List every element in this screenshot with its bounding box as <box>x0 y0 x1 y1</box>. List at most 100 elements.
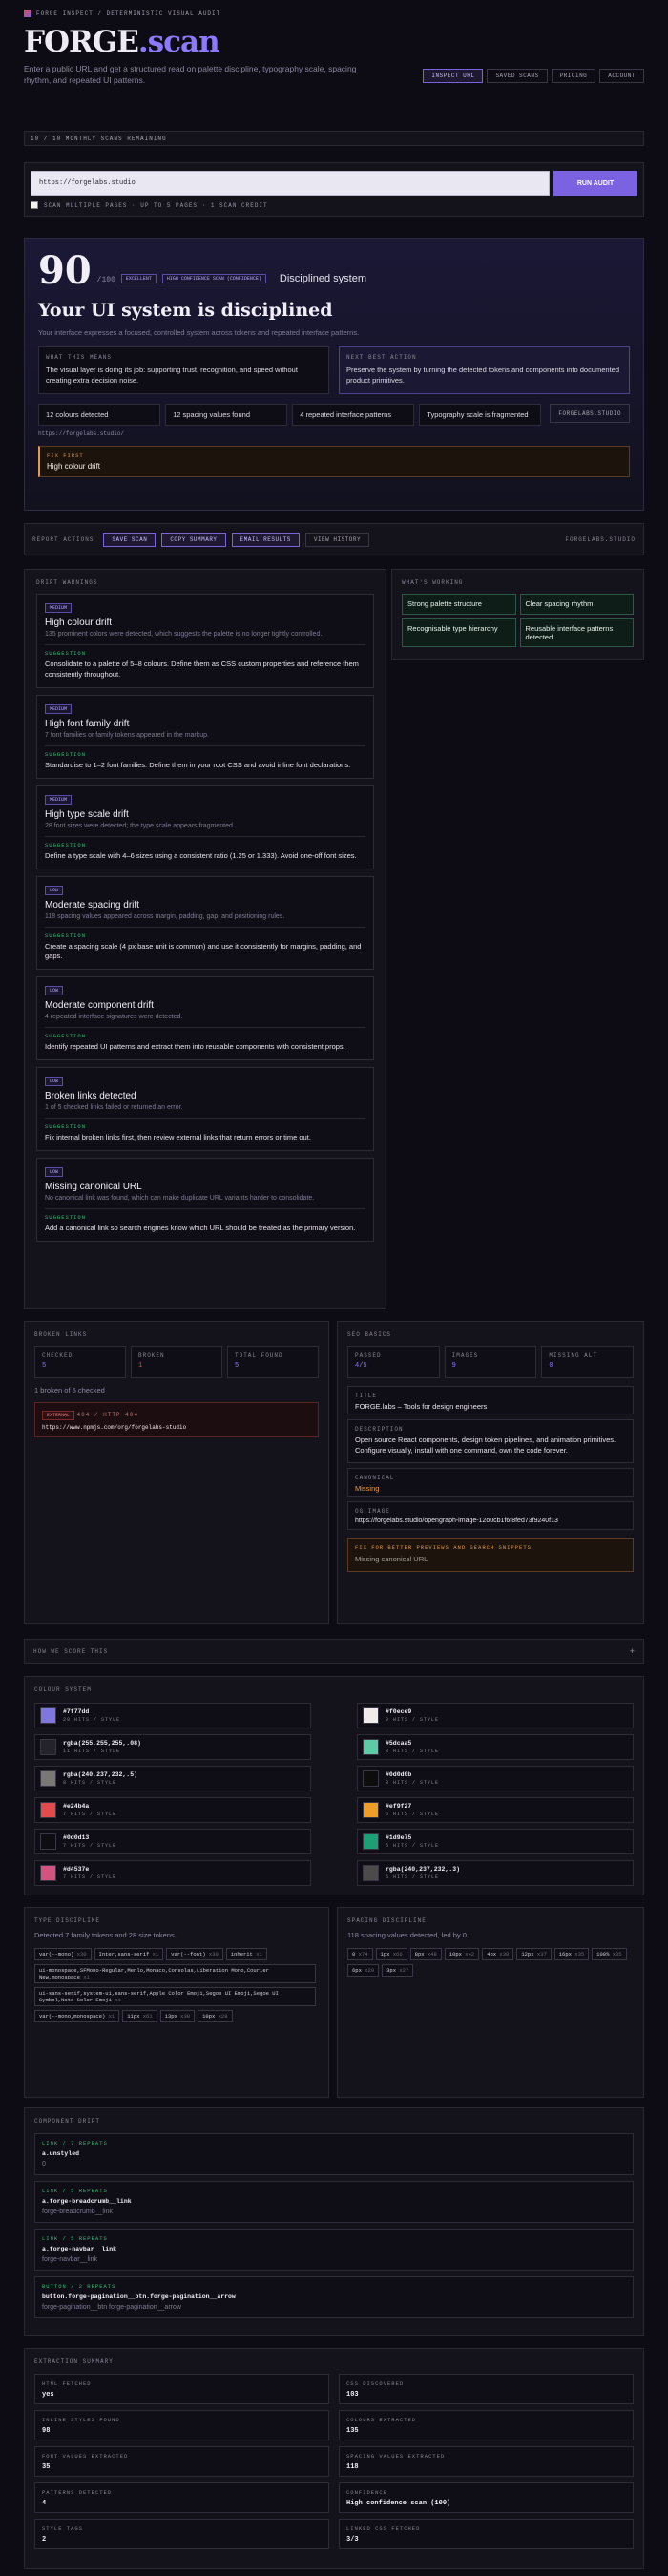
extraction-stat: FONT VALUES EXTRACTED 35 <box>34 2446 329 2477</box>
colour-hits: 7 HITS / STYLE <box>63 1874 117 1880</box>
colour-value: rgba(240,237,232,.3) <box>386 1866 461 1873</box>
component-selector: button.forge-pagination__btn.forge-pagin… <box>42 2293 236 2300</box>
colour-swatch <box>363 1707 379 1724</box>
seo-og-image: OG IMAGE https://forgelabs.studio/opengra… <box>347 1501 634 1530</box>
colour-system-label: COLOUR SYSTEM <box>34 1686 92 1693</box>
colour-swatch-row: #ef9f27 6 HITS / STYLE <box>357 1797 634 1823</box>
colour-swatch-row: rgba(240,237,232,.5) 8 HITS / STYLE <box>34 1766 311 1791</box>
whats-working-panel: WHAT'S WORKING Strong palette structure … <box>391 569 644 660</box>
colour-swatch <box>363 1833 379 1850</box>
suggestion-label: SUGGESTION <box>45 1123 87 1131</box>
component-sample: forge-breadcrumb__link <box>42 2209 113 2215</box>
broken-link-url[interactable]: https://www.npmjs.com/org/forgelabs-stud… <box>42 1424 311 1431</box>
drift-title: Missing canonical URL <box>45 1182 142 1192</box>
type-token-chip: inherit x1 <box>225 1948 267 1960</box>
colour-value: #5dcaa5 <box>386 1740 412 1747</box>
severity-badge: LOW <box>45 885 64 895</box>
seo-panel: SEO BASICS PASSED 4/5 IMAGES 9 MISSING ALT… <box>337 1321 644 1624</box>
component-kind: LINK / 5 REPEATS <box>42 2188 108 2194</box>
how-we-score-toggle[interactable]: HOW WE SCORE THIS + <box>24 1639 644 1664</box>
extraction-label: EXTRACTION SUMMARY <box>34 2358 114 2365</box>
multi-page-checkbox[interactable] <box>31 201 38 209</box>
nav-saved-scans[interactable]: SAVED SCANS <box>487 69 548 83</box>
colour-hits: 8 HITS / STYLE <box>386 1749 440 1754</box>
score-subline: Your interface expresses a focused, cont… <box>38 328 360 337</box>
suggestion-label: SUGGESTION <box>45 932 87 939</box>
drift-suggestion: Identify repeated UI patterns and extrac… <box>45 1042 345 1052</box>
colour-swatch-row: #0d0d13 7 HITS / STYLE <box>34 1829 311 1854</box>
drift-suggestion: Fix internal broken links first, then re… <box>45 1133 311 1142</box>
header: FORGE INSPECT / DETERMINISTIC VISUAL AUD… <box>24 10 644 87</box>
save-scan-button[interactable]: SAVE SCAN <box>103 532 157 547</box>
component-pattern-card: BUTTON / 2 REPEATS button.forge-paginati… <box>34 2276 634 2318</box>
severity-badge: LOW <box>45 1077 64 1087</box>
drift-warning-card: MEDIUM High type scale drift 28 font siz… <box>36 785 374 869</box>
nav-inspect-url[interactable]: INSPECT URL <box>423 69 484 83</box>
brand-title: FORGE.scan <box>24 25 220 59</box>
run-audit-button[interactable]: RUN AUDIT <box>553 171 637 196</box>
view-history-button[interactable]: VIEW HISTORY <box>304 532 370 547</box>
severity-badge: MEDIUM <box>45 603 73 613</box>
suggestion-label: SUGGESTION <box>45 750 87 758</box>
type-token-chip: var(--mono,monospace) x1 <box>34 2010 120 2022</box>
broken-stat-broken: BROKEN 1 <box>131 1346 222 1378</box>
top-nav: INSPECT URL SAVED SCANS PRICING ACCOUNT <box>423 69 644 83</box>
report-actions-label: REPORT ACTIONS <box>32 535 94 543</box>
domain-button[interactable]: FORGELABS.STUDIO <box>550 404 630 423</box>
colour-value: rgba(255,255,255,.08) <box>63 1740 141 1747</box>
suggestion-label: SUGGESTION <box>45 841 87 848</box>
drift-warning-card: LOW Broken links detected 1 of 5 checked… <box>36 1067 374 1151</box>
extraction-stat: STYLE TAGS 2 <box>34 2519 329 2549</box>
component-kind: LINK / 7 REPEATS <box>42 2140 108 2147</box>
colour-hits: 11 HITS / STYLE <box>63 1749 121 1754</box>
url-input[interactable]: https://forgelabs.studio <box>31 171 550 196</box>
broken-summary: 1 broken of 5 checked <box>34 1386 105 1394</box>
drift-suggestion: Standardise to 1–2 font families. Define… <box>45 760 351 769</box>
spacing-summary: 118 spacing values detected, led by 0. <box>347 1931 470 1939</box>
email-results-button[interactable]: EMAIL RESULTS <box>231 532 300 547</box>
drift-desc: 135 prominent colors were detected, whic… <box>45 631 323 638</box>
copy-summary-button[interactable]: COPY SUMMARY <box>161 532 226 547</box>
working-item: Reusable interface patterns detected <box>519 618 634 647</box>
drift-warning-card: MEDIUM High colour drift 135 prominent c… <box>36 594 374 688</box>
type-token-chip: var(--mono) x30 <box>34 1948 92 1960</box>
broken-links-label: BROKEN LINKS <box>34 1331 88 1338</box>
component-pattern-card: LINK / 5 REPEATS a.forge-navbar__link fo… <box>34 2229 634 2271</box>
what-this-means-card: WHAT THIS MEANS The visual layer is doin… <box>38 346 329 394</box>
drift-warning-card: MEDIUM High font family drift 7 font fam… <box>36 694 374 779</box>
tagline: Enter a public URL and get a structured … <box>24 64 357 86</box>
extraction-stat: INLINE STYLES FOUND 98 <box>34 2410 329 2440</box>
score-value: 90 <box>38 248 92 293</box>
score-panel: 90 /100 EXCELLENT HIGH CONFIDENCE SCAN (… <box>24 238 644 511</box>
working-item: Clear spacing rhythm <box>519 594 634 615</box>
colour-swatch-row: #0d0d0b 8 HITS / STYLE <box>357 1766 634 1791</box>
nav-pricing[interactable]: PRICING <box>551 69 596 83</box>
colour-swatch-row: #5dcaa5 8 HITS / STYLE <box>357 1734 634 1760</box>
spacing-token-chip: 0 x74 <box>347 1948 373 1960</box>
drift-desc: 4 repeated interface signatures were det… <box>45 1014 183 1021</box>
nav-account[interactable]: ACCOUNT <box>599 69 644 83</box>
component-kind: LINK / 5 REPEATS <box>42 2235 108 2242</box>
stat-spacing: 12 spacing values found <box>165 404 288 426</box>
component-drift-label: COMPONENT DRIFT <box>34 2118 101 2125</box>
spacing-discipline-panel: SPACING DISCIPLINE 118 spacing values de… <box>337 1907 644 2098</box>
colour-swatch-row: rgba(255,255,255,.08) 11 HITS / STYLE <box>34 1734 311 1760</box>
severity-badge: LOW <box>45 1167 64 1177</box>
drift-suggestion: Add a canonical link so search engines k… <box>45 1224 356 1232</box>
scans-remaining-bar: 10 / 10 MONTHLY SCANS REMAINING <box>24 131 644 146</box>
spacing-token-chip: 3px x27 <box>382 1964 414 1977</box>
extraction-stat: COLOURS EXTRACTED 135 <box>339 2410 634 2440</box>
spacing-token-chip: 8px x48 <box>409 1948 442 1960</box>
whats-working-label: WHAT'S WORKING <box>402 579 464 586</box>
colour-swatch-row: rgba(240,237,232,.3) 5 HITS / STYLE <box>357 1860 634 1886</box>
working-item: Strong palette structure <box>402 594 516 615</box>
spacing-token-chip: 16px x35 <box>553 1948 590 1960</box>
score-badge-excellent: EXCELLENT <box>120 274 157 283</box>
seo-stat-missing-alt: MISSING ALT 0 <box>541 1346 635 1378</box>
working-item: Recognisable type hierarchy <box>402 618 516 647</box>
drift-suggestion: Create a spacing scale (4 px base unit i… <box>45 941 362 961</box>
multi-page-label: SCAN MULTIPLE PAGES · UP TO 5 PAGES · 1 … <box>44 201 268 209</box>
colour-hits: 9 HITS / STYLE <box>386 1717 440 1723</box>
report-actions: REPORT ACTIONS SAVE SCAN COPY SUMMARY EM… <box>24 523 644 555</box>
type-token-chip: ui-monospace,SFMono-Regular,Menlo,Monaco… <box>34 1964 316 1983</box>
